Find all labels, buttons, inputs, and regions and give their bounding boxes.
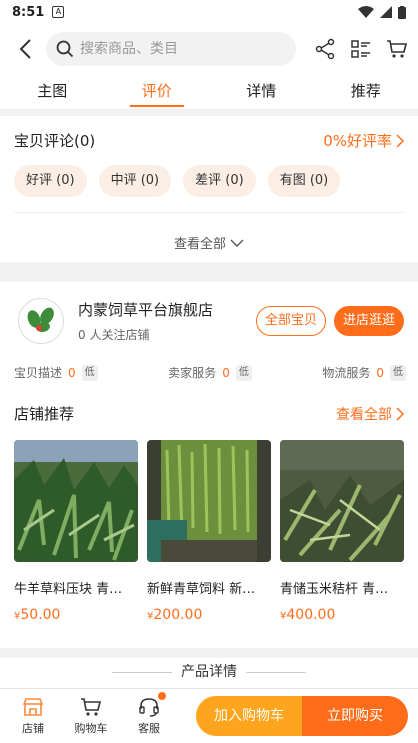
cart-tab-button[interactable]: 购物车	[62, 696, 120, 736]
section-tabs: 主图 评价 详情 推荐	[0, 74, 418, 110]
status-time: 8:51	[12, 4, 45, 20]
divider	[14, 212, 404, 213]
bottom-action-bar: 店铺 购物车 客服 加入购物车 立即购买	[0, 688, 418, 743]
search-bar[interactable]	[46, 32, 296, 66]
chevron-down-icon	[230, 239, 244, 247]
tab-reviews[interactable]: 评价	[105, 74, 210, 109]
status-bar: 8:51 A	[0, 0, 418, 24]
positive-rate: 0%好评率	[323, 132, 392, 150]
view-all-label: 查看全部	[173, 237, 226, 252]
chevron-right-icon	[396, 406, 404, 421]
product-card[interactable]: 青储玉米秸杆 青… ¥400.00	[280, 440, 404, 623]
wifi-icon	[358, 6, 374, 18]
positive-rate-link[interactable]: 0%好评率	[323, 130, 404, 151]
search-input[interactable]	[80, 41, 280, 57]
cart-button[interactable]	[386, 38, 408, 60]
service-label: 客服	[138, 722, 160, 735]
product-image	[147, 440, 271, 562]
level-badge: 低	[390, 364, 406, 381]
chevron-right-icon	[396, 133, 404, 148]
tab-details[interactable]: 详情	[209, 74, 314, 109]
purchase-buttons: 加入购物车 立即购买	[196, 696, 408, 736]
cart-label: 购物车	[74, 722, 108, 735]
shop-logo	[18, 298, 64, 344]
top-bar	[0, 24, 418, 74]
signal-icon	[380, 6, 392, 18]
cart-icon	[81, 698, 102, 716]
store-button[interactable]: 店铺	[4, 696, 62, 736]
add-to-cart-button[interactable]: 加入购物车	[196, 696, 302, 736]
notification-icon: A	[52, 6, 65, 18]
shop-scores: 宝贝描述 0 低 卖家服务 0 低 物流服务 0 低	[0, 344, 418, 381]
all-items-button[interactable]: 全部宝贝	[255, 306, 326, 336]
product-card[interactable]: 新鲜青草饲料 新… ¥200.00	[147, 440, 271, 623]
chip-positive[interactable]: 好评 (0)	[14, 165, 87, 197]
product-image	[14, 440, 138, 562]
reviews-card: 宝贝评论(0) 0%好评率 好评 (0) 中评 (0) 差评 (0) 有图 (0…	[0, 116, 418, 262]
recommend-view-all-button[interactable]: 查看全部	[336, 404, 404, 424]
cart-icon	[387, 40, 408, 58]
tab-main-image[interactable]: 主图	[0, 74, 105, 109]
view-all-reviews-button[interactable]: 查看全部	[0, 233, 418, 252]
share-button[interactable]	[314, 38, 336, 60]
divider	[112, 672, 172, 673]
level-badge: 低	[81, 364, 98, 381]
product-price: ¥200.00	[147, 607, 203, 623]
list-icon	[351, 40, 370, 58]
product-title: 青储玉米秸杆 青…	[280, 582, 389, 597]
notification-dot	[158, 692, 166, 700]
score-logistics: 物流服务 0 低	[322, 364, 406, 381]
shop-followers: 0 人关注店铺	[78, 328, 150, 342]
detail-section-title: 产品详情	[0, 658, 418, 688]
buy-now-button[interactable]: 立即购买	[302, 696, 408, 736]
product-price: ¥50.00	[14, 607, 61, 623]
recommend-title: 店铺推荐	[14, 405, 75, 423]
product-price: ¥400.00	[280, 607, 336, 623]
share-icon	[315, 38, 335, 60]
back-button[interactable]	[10, 34, 40, 64]
product-title: 牛羊草料压块 青…	[14, 582, 123, 597]
search-icon	[56, 40, 74, 58]
product-image	[280, 440, 404, 562]
review-filter-chips: 好评 (0) 中评 (0) 差评 (0) 有图 (0)	[0, 151, 418, 197]
leaf-logo-icon	[24, 304, 58, 338]
tab-recommend[interactable]: 推荐	[314, 74, 418, 109]
divider	[246, 672, 306, 673]
product-title: 新鲜青草饲料 新…	[147, 582, 256, 597]
headset-icon	[139, 698, 159, 717]
visit-shop-button[interactable]: 进店逛逛	[333, 306, 404, 336]
product-card[interactable]: 牛羊草料压块 青… ¥50.00	[14, 440, 138, 623]
back-arrow-icon	[19, 39, 31, 59]
category-button[interactable]	[350, 38, 372, 60]
level-badge: 低	[235, 364, 252, 381]
battery-icon	[398, 5, 406, 19]
customer-service-button[interactable]: 客服	[120, 692, 178, 736]
score-service: 卖家服务 0 低	[168, 364, 252, 381]
store-label: 店铺	[22, 722, 44, 735]
chip-with-images[interactable]: 有图 (0)	[267, 165, 341, 197]
shop-name: 内蒙饲草平台旗舰店	[78, 301, 214, 319]
chip-negative[interactable]: 差评 (0)	[183, 165, 256, 197]
score-description: 宝贝描述 0 低	[14, 364, 98, 381]
shop-card: 内蒙饲草平台旗舰店 0 人关注店铺 全部宝贝 进店逛逛 宝贝描述 0 低 卖家服…	[0, 282, 418, 648]
chip-neutral[interactable]: 中评 (0)	[98, 165, 172, 197]
reviews-title: 宝贝评论(0)	[14, 132, 96, 150]
product-list: 牛羊草料压块 青… ¥50.00 新鲜青草饲料 新… ¥200.00 青储玉米秸…	[0, 424, 418, 623]
store-icon	[22, 698, 44, 716]
